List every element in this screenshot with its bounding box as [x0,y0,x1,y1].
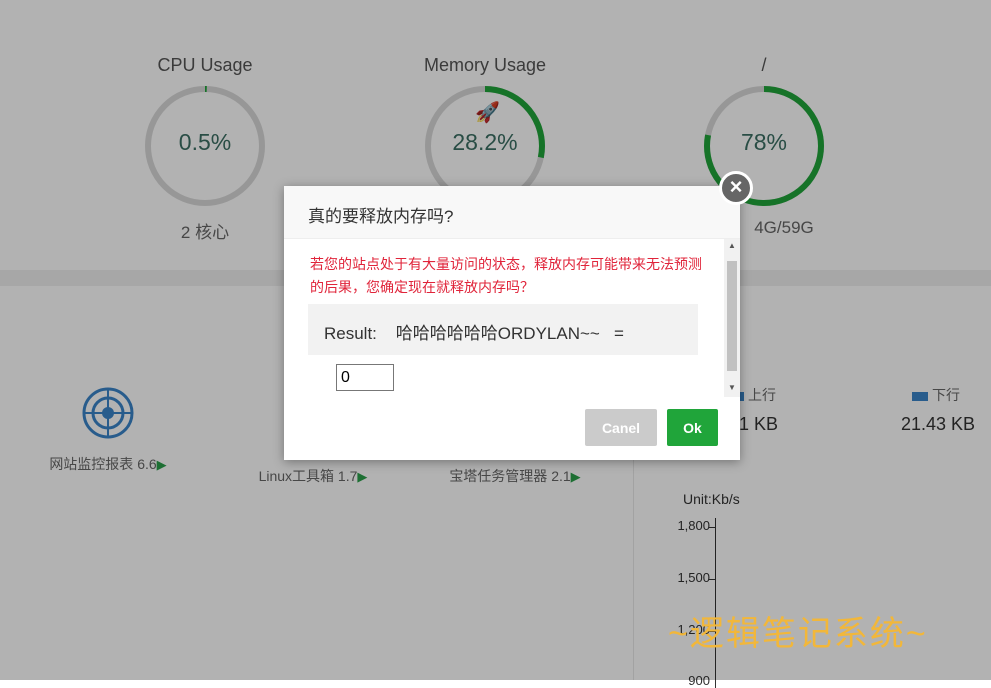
dialog-header: 真的要释放内存吗? [284,186,740,239]
dialog-title: 真的要释放内存吗? [308,207,454,226]
captcha-question: Result: 哈哈哈哈哈哈ORDYLAN~~ = [308,304,698,355]
ok-button[interactable]: Ok [667,409,718,446]
scroll-up-icon[interactable]: ▲ [728,241,736,250]
scroll-down-icon[interactable]: ▼ [728,383,736,392]
warning-message: 若您的站点处于有大量访问的状态，释放内存可能带来无法预测的后果，您确定现在就释放… [310,256,702,295]
captcha-answer-input[interactable] [336,364,394,391]
close-icon[interactable]: × [719,171,753,205]
captcha-question-text: Result: 哈哈哈哈哈哈ORDYLAN~~ = [324,324,624,343]
watermark: ~逻辑笔记系统~ [668,615,928,653]
dialog-scrollbar[interactable]: ▲ ▼ [724,239,740,397]
release-memory-dialog: 真的要释放内存吗? 若您的站点处于有大量访问的状态，释放内存可能带来无法预测的后… [284,186,740,460]
dialog-body: 若您的站点处于有大量访问的状态，释放内存可能带来无法预测的后果，您确定现在就释放… [284,239,724,397]
dialog-footer: Canel Ok [284,397,740,460]
scroll-thumb[interactable] [727,261,737,371]
cancel-button[interactable]: Canel [585,409,657,446]
